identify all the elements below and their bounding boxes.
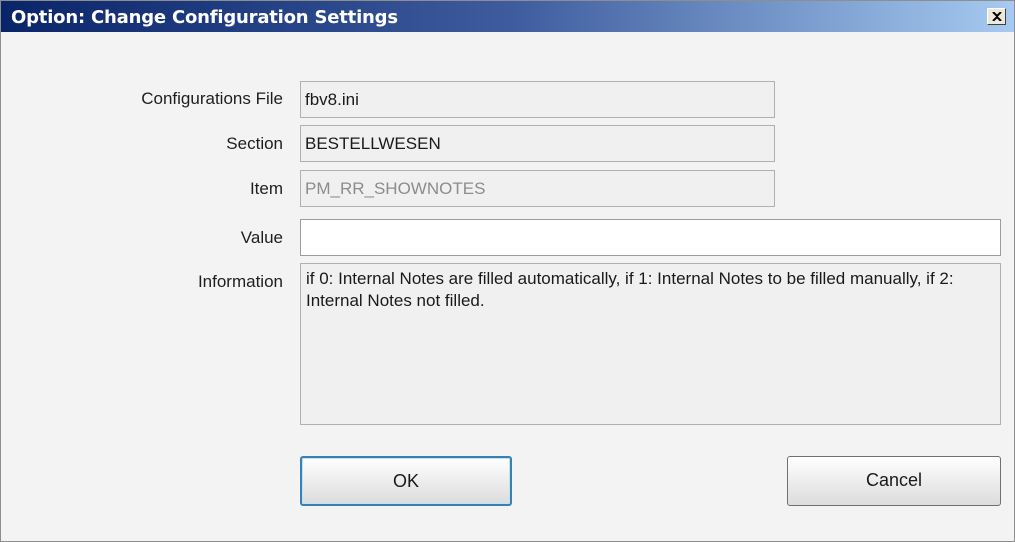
item-field: PM_RR_SHOWNOTES — [300, 170, 775, 207]
value-label: Value — [240, 228, 283, 247]
information-label: Information — [197, 272, 283, 291]
config-file-field: fbv8.ini — [300, 81, 775, 118]
close-button[interactable] — [987, 8, 1006, 25]
section-field: BESTELLWESEN — [300, 125, 775, 162]
config-dialog: Option: Change Configuration Settings Co… — [0, 0, 1015, 542]
section-label: Section — [226, 134, 283, 153]
config-file-label: Configurations File — [141, 89, 283, 108]
cancel-button[interactable]: Cancel — [787, 456, 1001, 506]
value-input[interactable] — [300, 219, 1001, 256]
item-label: Item — [249, 179, 283, 198]
information-text: if 0: Internal Notes are filled automati… — [300, 263, 1001, 425]
close-icon — [992, 12, 1002, 21]
title-bar[interactable]: Option: Change Configuration Settings — [1, 1, 1014, 32]
dialog-title: Option: Change Configuration Settings — [11, 7, 398, 28]
ok-button[interactable]: OK — [300, 456, 512, 506]
